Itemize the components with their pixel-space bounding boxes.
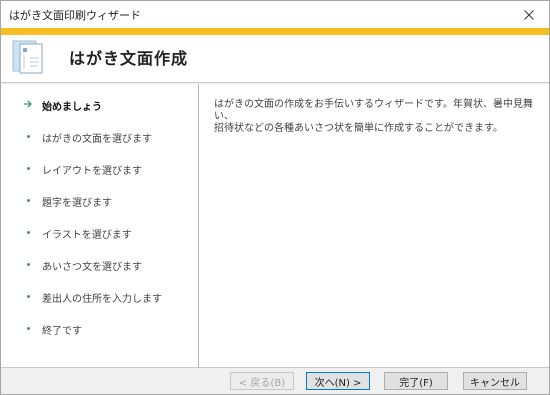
title-bar: はがき文面印刷ウィザード bbox=[1, 1, 549, 28]
wizard-window: はがき文面印刷ウィザード はがき文面作成 始めましょう はがきの文面を選びます … bbox=[0, 0, 550, 395]
window-title: はがき文面印刷ウィザード bbox=[9, 9, 141, 22]
step-item-start: 始めましょう bbox=[1, 96, 199, 116]
postcard-icon bbox=[12, 40, 43, 74]
step-item-sender-address: 差出人の住所を入力します bbox=[1, 288, 199, 308]
cancel-button[interactable]: キャンセル bbox=[463, 372, 527, 390]
step-item-select-title: 題字を選びます bbox=[1, 192, 199, 212]
step-item-select-illustration: イラストを選びます bbox=[1, 224, 199, 244]
bullet-icon bbox=[26, 166, 30, 170]
step-label: あいさつ文を選びます bbox=[42, 262, 142, 273]
description-line: 招待状などの各種あいさつ状を簡単に作成することができます。 bbox=[214, 123, 503, 134]
close-button[interactable] bbox=[515, 4, 543, 25]
wizard-header: はがき文面作成 bbox=[1, 35, 549, 83]
step-item-finish: 終了です bbox=[1, 320, 199, 340]
accent-stripe bbox=[1, 28, 549, 35]
next-button[interactable]: 次へ(N) > bbox=[306, 372, 370, 390]
step-item-select-layout: レイアウトを選びます bbox=[1, 160, 199, 180]
arrow-right-icon bbox=[24, 100, 32, 108]
step-label: はがきの文面を選びます bbox=[42, 134, 152, 145]
bullet-icon bbox=[26, 230, 30, 234]
bullet-icon bbox=[26, 294, 30, 298]
step-item-select-design: はがきの文面を選びます bbox=[1, 128, 199, 148]
back-button[interactable]: < 戻る(B) bbox=[230, 372, 294, 390]
finish-button[interactable]: 完了(F) bbox=[384, 372, 448, 390]
step-item-select-greeting: あいさつ文を選びます bbox=[1, 256, 199, 276]
bullet-icon bbox=[26, 134, 30, 138]
step-label: レイアウトを選びます bbox=[42, 166, 142, 177]
step-label: 終了です bbox=[42, 326, 82, 337]
step-list: 始めましょう はがきの文面を選びます レイアウトを選びます 題字を選びます イラ… bbox=[1, 84, 199, 368]
description-line: はがきの文面の作成をお手伝いするウィザードです。年賀状、暑中見舞い、 bbox=[214, 99, 533, 122]
step-label: 題字を選びます bbox=[42, 198, 112, 209]
wizard-description: はがきの文面の作成をお手伝いするウィザードです。年賀状、暑中見舞い、 招待状など… bbox=[214, 99, 534, 135]
wizard-content: 始めましょう はがきの文面を選びます レイアウトを選びます 題字を選びます イラ… bbox=[1, 84, 549, 368]
step-label: 始めましょう bbox=[42, 102, 102, 113]
step-label: イラストを選びます bbox=[42, 230, 132, 241]
bullet-icon bbox=[26, 326, 30, 330]
page-title: はがき文面作成 bbox=[69, 49, 189, 68]
bullet-icon bbox=[26, 198, 30, 202]
step-label: 差出人の住所を入力します bbox=[42, 294, 162, 305]
close-icon bbox=[524, 9, 534, 20]
bullet-icon bbox=[26, 262, 30, 266]
